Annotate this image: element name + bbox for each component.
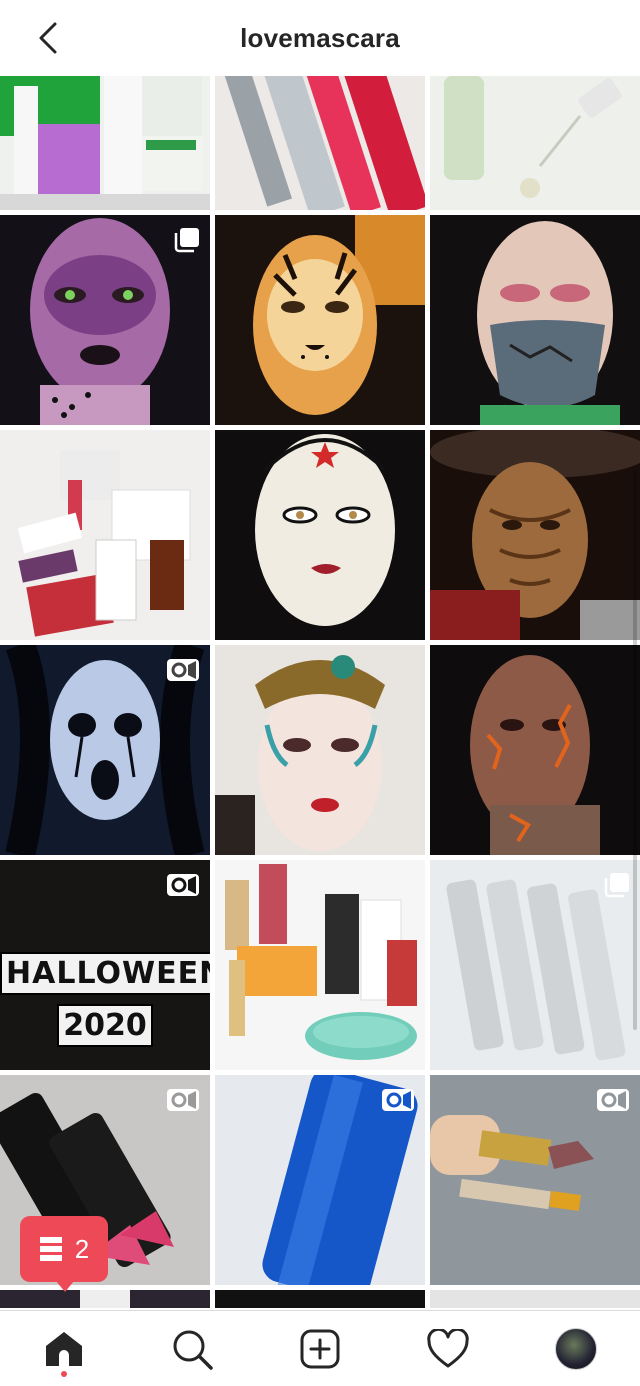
post-medusa-makeup[interactable] (215, 645, 425, 855)
active-indicator (61, 1371, 67, 1377)
chevron-left-icon (39, 22, 57, 54)
bottom-navigation (0, 1310, 640, 1386)
post-partial-center[interactable] (215, 1290, 425, 1308)
post-skincare-products[interactable] (0, 76, 210, 210)
post-purple-leopard-makeup[interactable] (0, 215, 210, 425)
profile-grid-page: lovemascara HALLOWEEN 2020 2 (0, 0, 640, 1386)
avatar (555, 1328, 597, 1370)
halloween-title: HALLOWEEN (0, 952, 210, 995)
post-algenist-serum[interactable] (215, 1075, 425, 1285)
plus-square-icon (300, 1329, 340, 1369)
post-brow-defining-boost[interactable] (430, 860, 640, 1070)
nav-create[interactable] (290, 1319, 350, 1379)
post-osea-serum[interactable] (430, 76, 640, 210)
carousel-icon (604, 873, 629, 898)
carousel-icon (174, 228, 199, 253)
post-cracked-skin-makeup[interactable] (430, 645, 640, 855)
post-beauty-products-flatlay[interactable] (0, 430, 210, 640)
heart-icon (427, 1329, 469, 1368)
post-lip-pencils[interactable] (215, 76, 425, 210)
posts-grid: HALLOWEEN 2020 (0, 76, 640, 1308)
video-badge (166, 657, 200, 683)
post-witch-wood-makeup[interactable] (430, 430, 640, 640)
post-lipstick-swatch[interactable] (430, 1075, 640, 1285)
post-partial-left[interactable] (0, 1290, 210, 1308)
video-badge (596, 1087, 630, 1113)
video-badge (166, 1087, 200, 1113)
home-icon (46, 1332, 82, 1366)
feed-stack-icon (39, 1237, 62, 1261)
video-icon (382, 1089, 414, 1111)
notification-count: 2 (74, 1233, 90, 1264)
new-posts-notification[interactable]: 2 (20, 1216, 108, 1292)
video-icon (167, 874, 199, 896)
nav-profile[interactable] (546, 1319, 606, 1379)
post-ghost-makeup[interactable] (0, 645, 210, 855)
carousel-badge (174, 227, 200, 253)
video-badge (166, 872, 200, 898)
post-halloween-2020[interactable]: HALLOWEEN 2020 (0, 860, 210, 1070)
post-tiger-makeup[interactable] (215, 215, 425, 425)
search-icon (173, 1330, 213, 1370)
nav-search[interactable] (162, 1319, 222, 1379)
halloween-year: 2020 (0, 1004, 210, 1047)
video-icon (597, 1089, 629, 1111)
video-badge (381, 1087, 415, 1113)
top-bar: lovemascara (0, 0, 640, 76)
post-partial-right[interactable] (430, 1290, 640, 1308)
nav-activity[interactable] (418, 1319, 478, 1379)
post-pop-art-makeup[interactable] (215, 430, 425, 640)
video-icon (167, 1089, 199, 1111)
nav-home[interactable] (34, 1319, 94, 1379)
profile-username: lovemascara (240, 22, 400, 53)
video-icon (167, 659, 199, 681)
carousel-badge (604, 872, 630, 898)
back-button[interactable] (28, 18, 68, 58)
post-makeup-collection[interactable] (215, 860, 425, 1070)
post-mask-makeup[interactable] (430, 215, 640, 425)
scrollbar[interactable] (633, 470, 637, 1030)
